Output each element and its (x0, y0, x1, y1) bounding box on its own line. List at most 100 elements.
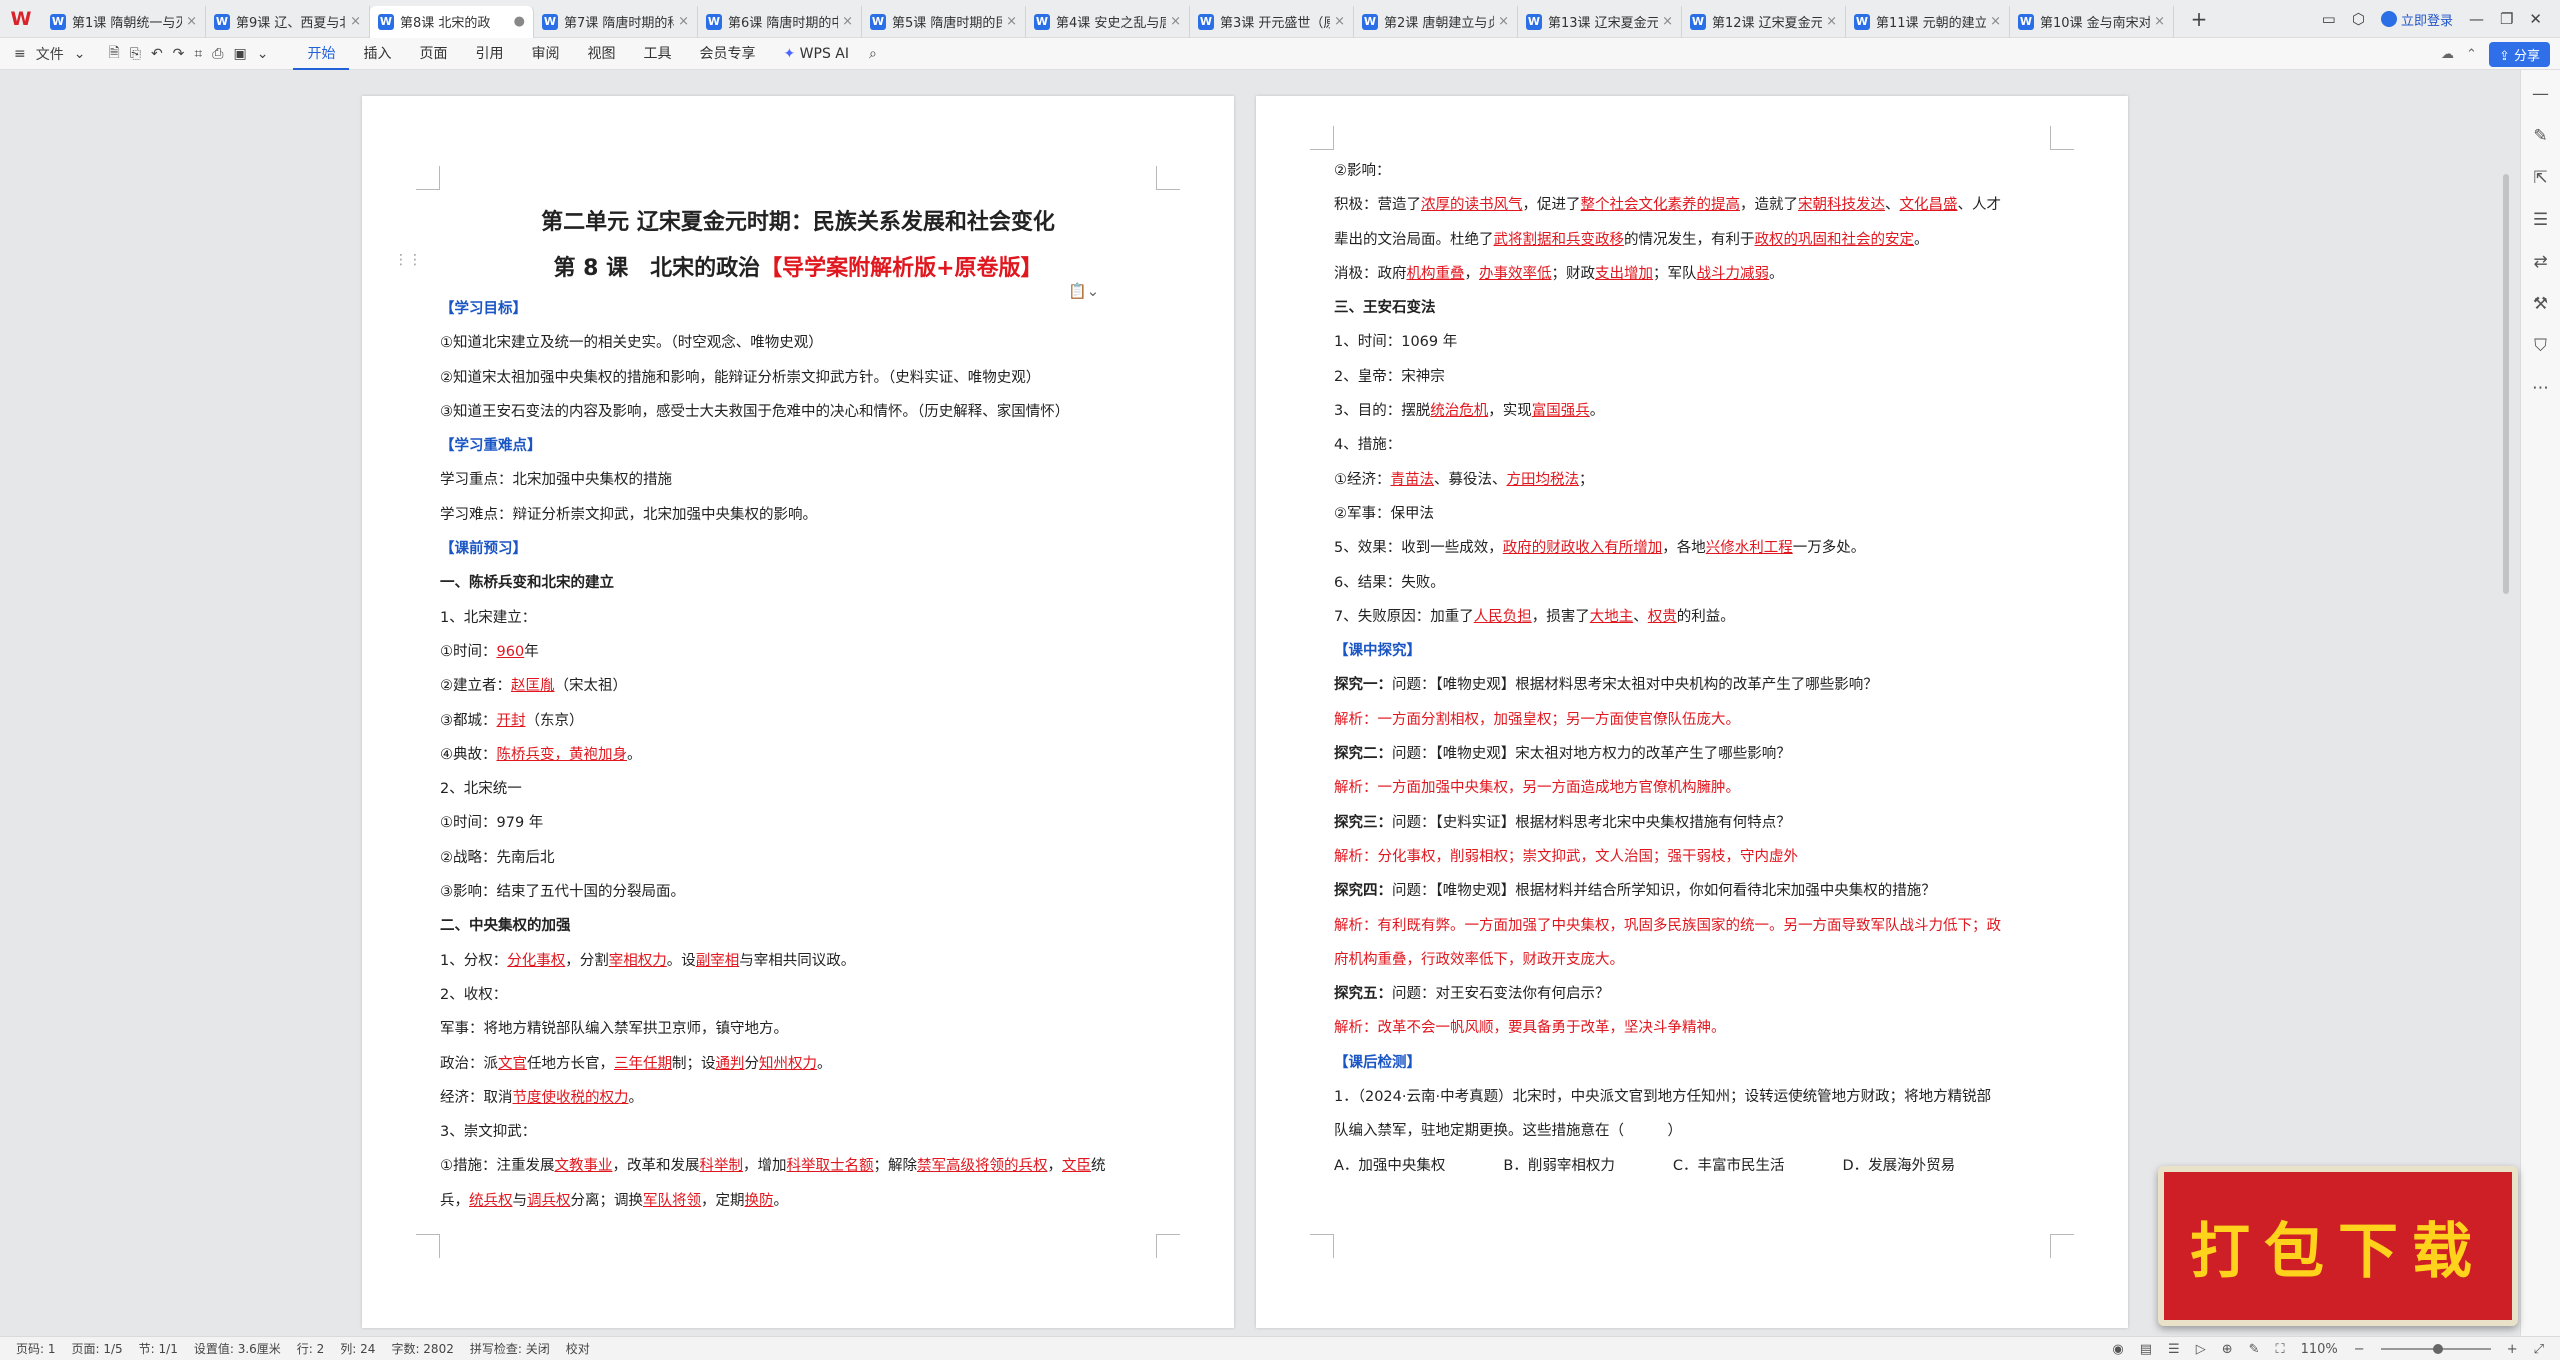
text-line[interactable]: ②军事：保甲法 (1334, 497, 2050, 531)
tab-close-icon[interactable]: ● (514, 14, 525, 29)
text-line[interactable]: 【学习重难点】 (440, 429, 1156, 463)
export-icon[interactable]: ⎘ (130, 46, 141, 62)
text-line[interactable]: ②战略：先南后北 (440, 841, 1156, 875)
zoom-level[interactable]: 110% (2301, 1342, 2338, 1357)
text-line[interactable]: ④典故：陈桥兵变，黄袍加身。 (440, 738, 1156, 772)
text-line[interactable]: 3、崇文抑武： (440, 1115, 1156, 1149)
status-item-6[interactable]: 字数: 2802 (391, 1340, 453, 1357)
status-item-4[interactable]: 行: 2 (297, 1340, 325, 1357)
text-line[interactable]: 【课后检测】 (1334, 1046, 2050, 1080)
menu-tab-2[interactable]: 页面 (405, 38, 461, 70)
web-icon[interactable]: ⊕ (2222, 1342, 2233, 1357)
scroll-thumb[interactable] (2503, 174, 2509, 594)
page-1-content[interactable]: 第二单元 辽宋夏金元时期：民族关系发展和社会变化第 8 课 北宋的政治【导学案附… (440, 200, 1156, 1218)
document-page-1[interactable]: ⋮⋮ 📋⌄ 第二单元 辽宋夏金元时期：民族关系发展和社会变化第 8 课 北宋的政… (362, 96, 1234, 1328)
tab-close-icon[interactable]: × (186, 14, 197, 29)
fit-icon[interactable]: ⛶ (2276, 1342, 2285, 1357)
tab-close-icon[interactable]: × (350, 14, 361, 29)
shield-icon[interactable]: ⛉ (2534, 336, 2547, 356)
collapse-icon[interactable]: ⌃ (2466, 47, 2477, 62)
text-line[interactable]: 第二单元 辽宋夏金元时期：民族关系发展和社会变化 (440, 200, 1156, 246)
text-line[interactable]: ②影响： (1334, 154, 2050, 188)
text-line[interactable]: 解析：分化事权，削弱相权；崇文抑武，文人治国；强干弱枝，守内虚外 (1334, 840, 2050, 874)
text-line[interactable]: 3、目的：摆脱统治危机，实现富国强兵。 (1334, 394, 2050, 428)
text-line[interactable]: 解析：改革不会一帆风顺，要具备勇于改革，坚决斗争精神。 (1334, 1011, 2050, 1045)
text-line[interactable]: ①时间：979 年 (440, 806, 1156, 840)
tools-icon[interactable]: ⚒ (2533, 294, 2548, 314)
text-line[interactable]: 队编入禁军，驻地定期更换。这些措施意在（ ） (1334, 1114, 2050, 1148)
layout-icon[interactable]: ▭ (2322, 10, 2336, 28)
text-line[interactable]: 【课前预习】 (440, 532, 1156, 566)
text-line[interactable]: ①经济：青苗法、募役法、方田均税法； (1334, 463, 2050, 497)
text-line[interactable]: 2、收权： (440, 978, 1156, 1012)
status-item-2[interactable]: 节: 1/1 (139, 1340, 178, 1357)
tab-document-10[interactable]: W 第12课 辽宋夏金元 × (1682, 5, 1846, 38)
file-menu[interactable]: 文件 (36, 44, 64, 64)
status-item-8[interactable]: 校对 (566, 1340, 590, 1357)
hamburger-icon[interactable]: ≡ (14, 46, 26, 62)
minimize-icon[interactable]: — (2469, 10, 2484, 28)
text-line[interactable]: 1、北宋建立： (440, 601, 1156, 635)
tab-document-6[interactable]: W 第4课 安史之乱与唐 × (1026, 5, 1190, 38)
text-line[interactable]: 【学习目标】 (440, 292, 1156, 326)
tab-close-icon[interactable]: × (2154, 14, 2165, 29)
tab-document-12[interactable]: W 第10课 金与南宋对 × (2010, 5, 2174, 38)
tab-close-icon[interactable]: × (1662, 14, 1673, 29)
menu-tab-7[interactable]: 会员专享 (685, 38, 769, 70)
edit-icon[interactable]: ✎ (2533, 126, 2547, 146)
tab-close-icon[interactable]: × (678, 14, 689, 29)
print-icon[interactable]: ⎙ (212, 46, 223, 62)
pen-icon[interactable]: ✎ (2249, 1342, 2260, 1357)
cloud-icon[interactable]: ☁ (2441, 47, 2454, 62)
text-line[interactable]: 解析：一方面加强中央集权，另一方面造成地方官僚机构臃肿。 (1334, 771, 2050, 805)
status-item-3[interactable]: 设置值: 3.6厘米 (194, 1340, 281, 1357)
package-download-banner[interactable]: 打包下载 (2158, 1166, 2518, 1326)
tab-close-icon[interactable]: × (1170, 14, 1181, 29)
text-line[interactable]: 辈出的文治局面。杜绝了武将割据和兵变政移的情况发生，有利于政权的巩固和社会的安定… (1334, 223, 2050, 257)
text-line[interactable]: ①知道北宋建立及统一的相关史实。（时空观念、唯物史观） (440, 326, 1156, 360)
tab-close-icon[interactable]: × (1006, 14, 1017, 29)
tab-document-9[interactable]: W 第13课 辽宋夏金元 × (1518, 5, 1682, 38)
text-line[interactable]: 三、王安石变法 (1334, 291, 2050, 325)
fullscreen-icon[interactable]: ⤢ (2534, 1342, 2544, 1357)
text-line[interactable]: 7、失败原因：加重了人民负担，损害了大地主、权贵的利益。 (1334, 600, 2050, 634)
text-line[interactable]: 积极：营造了浓厚的读书风气，促进了整个社会文化素养的提高，造就了宋朝科技发达、文… (1334, 188, 2050, 222)
tab-document-8[interactable]: W 第2课 唐朝建立与贞 × (1354, 5, 1518, 38)
more-chevron-icon[interactable]: ⌄ (257, 46, 269, 62)
translate-icon[interactable]: ⇄ (2533, 252, 2547, 272)
undo-icon[interactable]: ↶ (151, 46, 163, 62)
list-icon[interactable]: ☰ (2168, 1342, 2180, 1357)
text-line[interactable]: 军事：将地方精锐部队编入禁军拱卫京师，镇守地方。 (440, 1012, 1156, 1046)
text-line[interactable]: ③影响：结束了五代十国的分裂局面。 (440, 875, 1156, 909)
tab-close-icon[interactable]: × (1334, 14, 1345, 29)
text-line[interactable]: 2、北宋统一 (440, 772, 1156, 806)
text-line[interactable]: 2、皇帝：宋神宗 (1334, 360, 2050, 394)
page-view-icon[interactable]: ▤ (2140, 1342, 2152, 1357)
text-line[interactable]: 4、措施： (1334, 428, 2050, 462)
search-icon[interactable]: ⌕ (869, 46, 877, 62)
share-button[interactable]: ⇪ 分享 (2488, 41, 2550, 67)
text-line[interactable]: 探究五：问题：对王安石变法你有何启示？ (1334, 977, 2050, 1011)
wps-logo[interactable]: W (0, 0, 42, 38)
image-icon[interactable]: ▣ (234, 46, 247, 62)
text-line[interactable]: 探究四：问题：【唯物史观】根据材料并结合所学知识，你如何看待北宋加强中央集权的措… (1334, 874, 2050, 908)
status-item-7[interactable]: 拼写检查: 关闭 (470, 1340, 550, 1357)
tab-document-0[interactable]: W 第1课 隋朝统一与灭 × (42, 5, 206, 38)
tab-document-2[interactable]: W 第8课 北宋的政 ● (370, 5, 534, 38)
zoom-in-icon[interactable]: + (2507, 1342, 2518, 1357)
text-line[interactable]: 消极：政府机构重叠，办事效率低；财政支出增加；军队战斗力减弱。 (1334, 257, 2050, 291)
text-line[interactable]: 经济：取消节度使收税的权力。 (440, 1081, 1156, 1115)
zoom-knob[interactable] (2432, 1344, 2443, 1354)
text-line[interactable]: 解析：有利既有弊。一方面加强了中央集权，巩固多民族国家的统一。另一方面导致军队战… (1334, 909, 2050, 943)
menu-tab-5[interactable]: 视图 (573, 38, 629, 70)
zoom-out-icon[interactable]: − (2354, 1342, 2365, 1357)
close-icon[interactable]: ✕ (2529, 10, 2542, 28)
text-line[interactable]: 二、中央集权的加强 (440, 909, 1156, 943)
text-line[interactable]: 1、分权：分化事权，分割宰相权力。设副宰相与宰相共同议政。 (440, 944, 1156, 978)
tab-document-3[interactable]: W 第7课 隋唐时期的科 × (534, 5, 698, 38)
wps-ai-button[interactable]: ✦ WPS AI (769, 46, 863, 62)
tab-close-icon[interactable]: × (842, 14, 853, 29)
status-item-5[interactable]: 列: 24 (340, 1340, 375, 1357)
text-line[interactable]: 探究三：问题：【史料实证】根据材料思考北宋中央集权措施有何特点？ (1334, 806, 2050, 840)
tab-document-11[interactable]: W 第11课 元朝的建立 × (1846, 5, 2010, 38)
